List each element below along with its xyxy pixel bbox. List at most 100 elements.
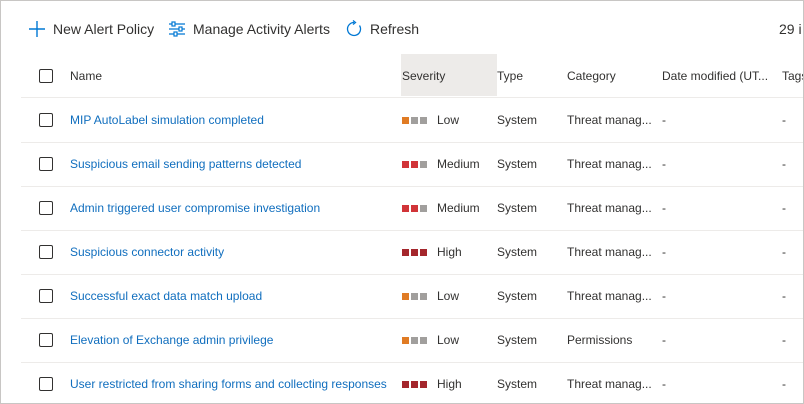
severity-square	[420, 380, 427, 388]
tags-cell: -	[782, 113, 786, 127]
manage-activity-alerts-button[interactable]: Manage Activity Alerts	[167, 17, 330, 41]
tags-cell: -	[782, 245, 786, 259]
row-checkbox[interactable]	[39, 113, 53, 127]
severity-cell: Low	[402, 274, 496, 318]
column-header-date-modified[interactable]: Date modified (UT...	[662, 54, 780, 97]
item-count: 29 i	[779, 21, 802, 37]
type-cell: System	[497, 377, 538, 391]
type-cell: System	[497, 333, 538, 347]
date-modified-cell: -	[662, 201, 666, 215]
column-header-tags[interactable]: Tags	[782, 54, 803, 97]
row-select-cell	[39, 318, 53, 362]
policy-name-link[interactable]: Successful exact data match upload	[70, 274, 395, 318]
category-cell: Threat manag...	[567, 245, 652, 259]
policy-name-link[interactable]: Elevation of Exchange admin privilege	[70, 318, 395, 362]
policy-name-link[interactable]: Admin triggered user compromise investig…	[70, 186, 395, 230]
type-cell: System	[497, 113, 538, 127]
severity-cell: Low	[402, 318, 496, 362]
category-cell: Threat manag...	[567, 157, 652, 171]
table-row[interactable]: Suspicious connector activity High System T…	[21, 230, 803, 275]
severity-square	[411, 336, 418, 344]
tags-cell: -	[782, 333, 786, 347]
column-header-type[interactable]: Type	[497, 54, 561, 97]
plus-icon	[27, 19, 47, 39]
policy-name-link[interactable]: User restricted from sharing forms and c…	[70, 362, 395, 403]
severity-indicator: Medium	[402, 201, 480, 215]
severity-square	[402, 204, 409, 212]
row-checkbox[interactable]	[39, 157, 53, 171]
sliders-icon	[167, 19, 187, 39]
severity-label: High	[437, 245, 462, 259]
category-cell: Permissions	[567, 333, 633, 347]
severity-cell: Low	[402, 98, 496, 142]
tags-cell: -	[782, 377, 786, 391]
date-modified-cell: -	[662, 113, 666, 127]
category-cell: Threat manag...	[567, 201, 652, 215]
table-row[interactable]: Suspicious email sending patterns detect…	[21, 142, 803, 187]
severity-label: High	[437, 377, 462, 391]
table-row[interactable]: Elevation of Exchange admin privilege Low…	[21, 318, 803, 363]
severity-indicator: Low	[402, 333, 459, 347]
policy-name-link[interactable]: Suspicious connector activity	[70, 230, 395, 274]
severity-indicator: Medium	[402, 157, 480, 171]
severity-square	[411, 160, 418, 168]
date-modified-cell: -	[662, 157, 666, 171]
column-header-name[interactable]: Name	[70, 54, 395, 97]
row-checkbox[interactable]	[39, 201, 53, 215]
refresh-label: Refresh	[370, 21, 420, 37]
row-select-cell	[39, 362, 53, 403]
policy-name-link[interactable]: MIP AutoLabel simulation completed	[70, 98, 395, 142]
severity-indicator: Low	[402, 289, 459, 303]
severity-cell: Medium	[402, 186, 496, 230]
manage-activity-alerts-label: Manage Activity Alerts	[193, 21, 330, 37]
severity-square	[411, 204, 418, 212]
type-cell: System	[497, 201, 538, 215]
column-header-severity[interactable]: Severity	[402, 54, 496, 97]
table-row[interactable]: Successful exact data match upload Low Sys…	[21, 274, 803, 319]
refresh-button[interactable]: Refresh	[344, 17, 419, 41]
row-checkbox[interactable]	[39, 245, 53, 259]
table-row[interactable]: Admin triggered user compromise investig…	[21, 186, 803, 231]
new-alert-policy-button[interactable]: New Alert Policy	[27, 17, 154, 41]
row-select-cell	[39, 186, 53, 230]
date-modified-cell: -	[662, 377, 666, 391]
column-header-category[interactable]: Category	[567, 54, 657, 97]
severity-cell: High	[402, 230, 496, 274]
row-select-cell	[39, 274, 53, 318]
severity-square	[411, 116, 418, 124]
severity-indicator: High	[402, 245, 462, 259]
date-modified-cell: -	[662, 333, 666, 347]
tags-cell: -	[782, 201, 786, 215]
select-all-cell	[39, 54, 53, 97]
select-all-checkbox[interactable]	[39, 68, 53, 83]
date-modified-cell: -	[662, 289, 666, 303]
severity-label: Medium	[437, 201, 480, 215]
severity-square	[402, 160, 409, 168]
policy-name-link[interactable]: Suspicious email sending patterns detect…	[70, 142, 395, 186]
severity-square	[411, 292, 418, 300]
date-modified-cell: -	[662, 245, 666, 259]
row-select-cell	[39, 142, 53, 186]
tags-cell: -	[782, 157, 786, 171]
severity-square	[420, 160, 427, 168]
severity-square	[420, 292, 427, 300]
category-cell: Threat manag...	[567, 113, 652, 127]
row-checkbox[interactable]	[39, 289, 53, 303]
severity-indicator: High	[402, 377, 462, 391]
row-checkbox[interactable]	[39, 333, 53, 347]
table-row[interactable]: User restricted from sharing forms and c…	[21, 362, 803, 403]
severity-indicator: Low	[402, 113, 459, 127]
severity-square	[402, 380, 409, 388]
severity-square	[420, 204, 427, 212]
row-checkbox[interactable]	[39, 377, 53, 391]
table-row[interactable]: MIP AutoLabel simulation completed Low Sys…	[21, 98, 803, 143]
type-cell: System	[497, 157, 538, 171]
severity-cell: Medium	[402, 142, 496, 186]
severity-cell: High	[402, 362, 496, 403]
row-select-cell	[39, 98, 53, 142]
severity-square	[420, 248, 427, 256]
severity-square	[420, 116, 427, 124]
alert-policies-panel: New Alert Policy Manage Activity Alerts	[0, 0, 804, 404]
new-alert-policy-label: New Alert Policy	[53, 21, 155, 37]
category-cell: Threat manag...	[567, 289, 652, 303]
